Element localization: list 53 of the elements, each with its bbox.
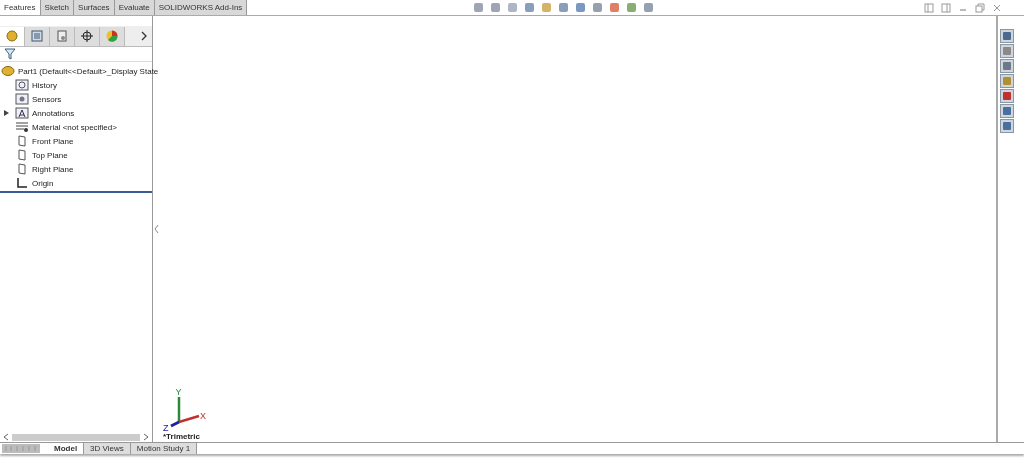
origin-icon: [15, 177, 29, 189]
panel-right-icon[interactable]: [941, 2, 951, 13]
tree-item[interactable]: Origin: [32, 178, 54, 188]
model-tab[interactable]: Motion Study 1: [130, 443, 198, 454]
plane-icon: [15, 149, 29, 161]
list-icon: [30, 29, 44, 43]
history-icon: [15, 79, 29, 91]
tree-item[interactable]: Top Plane: [32, 150, 68, 160]
tree-item[interactable]: Sensors: [32, 94, 62, 104]
tree-item[interactable]: Right Plane: [32, 164, 74, 174]
feature-tab[interactable]: [0, 26, 25, 46]
tree-item[interactable]: Part1 (Default<<Default>_Display State: [18, 66, 159, 76]
command-tab[interactable]: SOLIDWORKS Add-Ins: [154, 0, 248, 15]
command-tab[interactable]: Evaluate: [114, 0, 155, 15]
chevron-right-icon[interactable]: [140, 31, 148, 41]
tree-item[interactable]: Annotations: [32, 108, 75, 118]
model-tab[interactable]: Model: [48, 443, 85, 454]
sensor-icon: [15, 93, 29, 105]
annotation-icon: [15, 107, 29, 119]
part-icon: [1, 65, 15, 77]
plane-icon: [15, 163, 29, 175]
crosshair-icon: [80, 29, 94, 43]
restore-icon[interactable]: [975, 2, 985, 13]
property-tab[interactable]: [25, 26, 50, 46]
command-tab[interactable]: Surfaces: [74, 0, 115, 15]
task-pane-icon[interactable]: [1000, 74, 1014, 88]
task-pane-icon[interactable]: [1000, 89, 1014, 103]
task-pane-icon[interactable]: [1000, 104, 1014, 118]
panel-left-icon[interactable]: [924, 2, 934, 13]
tree-item[interactable]: Material <not specified>: [32, 122, 117, 132]
task-pane-icon[interactable]: [1000, 119, 1014, 133]
expand-arrow-icon[interactable]: [4, 110, 9, 116]
close-icon[interactable]: [992, 2, 1002, 13]
view-name: *Trimetric: [163, 432, 201, 441]
part-icon: [5, 29, 19, 43]
material-icon: [15, 121, 29, 133]
scroll-right-icon[interactable]: [143, 433, 149, 441]
color-wheel-icon: [105, 29, 119, 43]
scroll-left-icon[interactable]: [3, 433, 9, 441]
tree-item[interactable]: Front Plane: [32, 136, 74, 146]
dimxpert-tab[interactable]: [75, 26, 100, 46]
model-tab[interactable]: 3D Views: [84, 443, 131, 454]
task-pane-icon[interactable]: [1000, 59, 1014, 73]
task-pane-icon[interactable]: [1000, 29, 1014, 43]
tree-item[interactable]: History: [32, 80, 57, 90]
scrollbar[interactable]: [12, 433, 140, 441]
command-tab[interactable]: Sketch: [40, 0, 75, 15]
document-icon: [55, 29, 69, 43]
display-tab[interactable]: [100, 26, 125, 46]
collapse-handle-icon[interactable]: [153, 224, 159, 234]
triad-drawing: Y X Z: [163, 386, 211, 432]
task-pane-icon[interactable]: [1000, 44, 1014, 58]
plane-icon: [15, 135, 29, 147]
